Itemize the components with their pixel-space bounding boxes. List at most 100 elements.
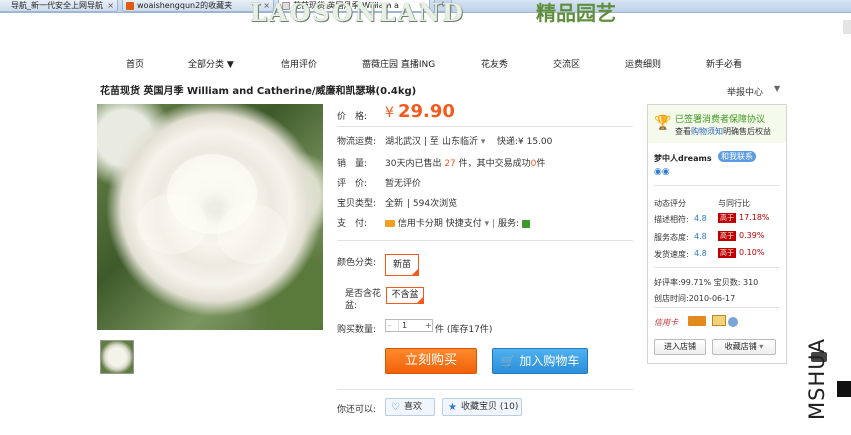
dynamic-score-title: 动态评分 xyxy=(654,199,686,208)
price-label: 价 格: xyxy=(337,112,368,122)
sku-option-color[interactable]: 新苗 xyxy=(385,254,419,276)
service-badge-icon[interactable] xyxy=(521,219,530,228)
color-label: 颜色分类: xyxy=(337,258,377,268)
like-button[interactable]: ♡ 喜欢 xyxy=(385,398,435,416)
enter-store-button[interactable]: 进入店铺 xyxy=(654,339,706,355)
favorite-item-button[interactable]: ★ 收藏宝贝 (10) xyxy=(442,398,522,416)
tab-title: woaishengqun2的收藏夹 xyxy=(137,1,233,10)
score-value: 4.8 xyxy=(694,214,707,223)
contact-seller-button[interactable]: 和我联系 xyxy=(718,151,756,162)
sales-suffix: 件 xyxy=(536,159,546,169)
view-count: | 594次浏览 xyxy=(407,199,458,209)
score-percent: 0.10% xyxy=(739,248,765,257)
rating-label: 评 价: xyxy=(337,179,368,189)
shipping-from: 湖北武汉 | 至 xyxy=(385,137,439,147)
side-block xyxy=(837,381,851,397)
item-type-value: 全新 xyxy=(385,199,404,209)
installment-link[interactable]: 信用卡分期 xyxy=(398,219,443,229)
store-logo-cn[interactable]: 精品园艺 xyxy=(536,2,616,24)
nav-forum[interactable]: 交流区 xyxy=(553,57,580,70)
product-thumbnail[interactable] xyxy=(100,340,134,374)
score-name: 发货速度: xyxy=(654,250,689,259)
shop-created: 创店时间:2010-06-17 xyxy=(654,294,736,303)
fast-pay-link[interactable]: 快捷支付 xyxy=(446,219,482,229)
guarantee-text[interactable]: 已签署消费者保障协议 xyxy=(675,112,765,125)
pot-label: 是否含花盆: xyxy=(345,289,382,311)
favorite-store-label: 收藏店铺 xyxy=(724,342,757,351)
shop-owner-name[interactable]: 梦中人dreams xyxy=(654,153,712,164)
trophy-icon: 🏆 xyxy=(654,115,672,131)
add-to-cart-button[interactable]: 🛒 加入购物车 xyxy=(492,348,588,374)
favorite-label: 收藏宝贝 (10) xyxy=(461,402,519,412)
sales-count: 27 xyxy=(444,159,456,169)
cart-icon: 🛒 xyxy=(500,354,516,368)
higher-tag: 高于 xyxy=(718,248,736,258)
sku-option-pot[interactable]: 不含盆 xyxy=(386,287,424,304)
stock-info: 件 (库存17件) xyxy=(435,325,493,335)
chevron-down-icon[interactable]: ▾ xyxy=(759,342,763,351)
shipping-label: 物流运费: xyxy=(337,137,377,147)
nav-live[interactable]: 蔷薇庄园 直播ING xyxy=(362,57,435,70)
score-compare: 高于 0.39% xyxy=(718,231,764,241)
invoice-icon xyxy=(712,315,726,326)
quantity-stepper[interactable]: - 1 + xyxy=(385,319,433,332)
sales-prefix: 30天内已售出 xyxy=(385,159,442,169)
sales-label: 销 量: xyxy=(337,159,368,169)
credit-card-badge-icon: 信用卡 xyxy=(654,318,678,327)
nav-credit[interactable]: 信用评价 xyxy=(281,57,317,70)
shopping-notice-link[interactable]: 购物须知 xyxy=(691,127,723,136)
payment-label: 支 付: xyxy=(337,219,368,229)
report-center-link[interactable]: 举报中心 xyxy=(727,85,763,98)
also-can-label: 你还可以: xyxy=(337,405,377,415)
score-value: 4.8 xyxy=(694,249,707,258)
product-main-image[interactable] xyxy=(97,104,323,330)
score-name: 描述相符: xyxy=(654,215,689,224)
shipping-fee: 快递:¥ 15.00 xyxy=(497,137,553,147)
nav-home[interactable]: 首页 xyxy=(126,57,144,70)
buy-now-button[interactable]: 立刻购买 xyxy=(385,348,477,374)
like-label: 喜欢 xyxy=(404,402,423,412)
browser-tab-1[interactable]: 导航_新一代安全上网导航 × xyxy=(0,0,118,12)
close-icon[interactable]: × xyxy=(107,0,114,11)
chevron-down-icon[interactable]: ▾ xyxy=(485,219,490,229)
good-rate: 好评率:99.71% 宝贝数: 310 xyxy=(654,278,759,287)
score-percent: 0.39% xyxy=(739,231,765,240)
shipping-destination-select[interactable]: 山东临沂 ▾ xyxy=(442,134,485,147)
clock-icon xyxy=(728,317,738,327)
star-icon: ★ xyxy=(448,402,457,413)
favorite-store-button[interactable]: 收藏店铺 ▾ xyxy=(712,339,776,355)
payment-methods: 信用卡分期 快捷支付 ▾ | 服务: xyxy=(385,216,530,229)
product-price: 29.90 xyxy=(398,101,455,122)
plus-icon[interactable]: + xyxy=(425,320,432,331)
views-text: 594次浏览 xyxy=(412,199,458,209)
nav-shipping[interactable]: 运费细则 xyxy=(625,57,661,70)
quantity-label: 购买数量: xyxy=(337,325,377,335)
service-label: 服务: xyxy=(497,219,520,229)
minus-icon[interactable]: - xyxy=(388,320,391,331)
nav-flower-show[interactable]: 花友秀 xyxy=(481,57,508,70)
sales-mid: 件，其中交易成功 xyxy=(458,159,531,169)
guarantee-sub-post: 明确售后权益 xyxy=(723,127,771,136)
item-type-label: 宝贝类型: xyxy=(337,199,377,209)
tab-title: 导航_新一代安全上网导航 xyxy=(11,1,103,10)
currency-symbol: ¥ xyxy=(385,105,394,121)
score-compare: 高于 17.18% xyxy=(718,213,770,223)
nav-newbie[interactable]: 新手必看 xyxy=(706,57,742,70)
higher-tag: 高于 xyxy=(718,213,736,223)
guarantee-box: 🏆 已签署消费者保障协议 查看购物须知明确售后权益 xyxy=(648,105,786,143)
heart-icon: ♡ xyxy=(391,402,400,413)
higher-tag: 高于 xyxy=(718,231,736,241)
store-nav: 首页 全部分类 ▼ 信用评价 蔷薇庄园 直播ING 花友秀 交流区 运费细则 新… xyxy=(0,57,800,71)
side-tool-icon[interactable] xyxy=(843,20,851,34)
add-to-cart-label: 加入购物车 xyxy=(519,354,580,368)
score-percent: 17.18% xyxy=(739,213,770,222)
seller-panel: 🏆 已签署消费者保障协议 查看购物须知明确售后权益 梦中人dreams 和我联系… xyxy=(647,104,787,364)
nav-all-categories[interactable]: 全部分类 ▼ xyxy=(188,57,234,70)
chevron-down-icon[interactable]: ▼ xyxy=(774,84,780,93)
score-compare: 高于 0.10% xyxy=(718,248,764,258)
quantity-input[interactable]: 1 xyxy=(398,320,420,331)
guarantee-sub-pre: 查看 xyxy=(675,127,691,136)
rating-value: 暂无评价 xyxy=(385,179,422,189)
watermark: MSHUA xyxy=(805,338,829,420)
store-logo[interactable]: LAOSONLAND xyxy=(250,1,465,25)
